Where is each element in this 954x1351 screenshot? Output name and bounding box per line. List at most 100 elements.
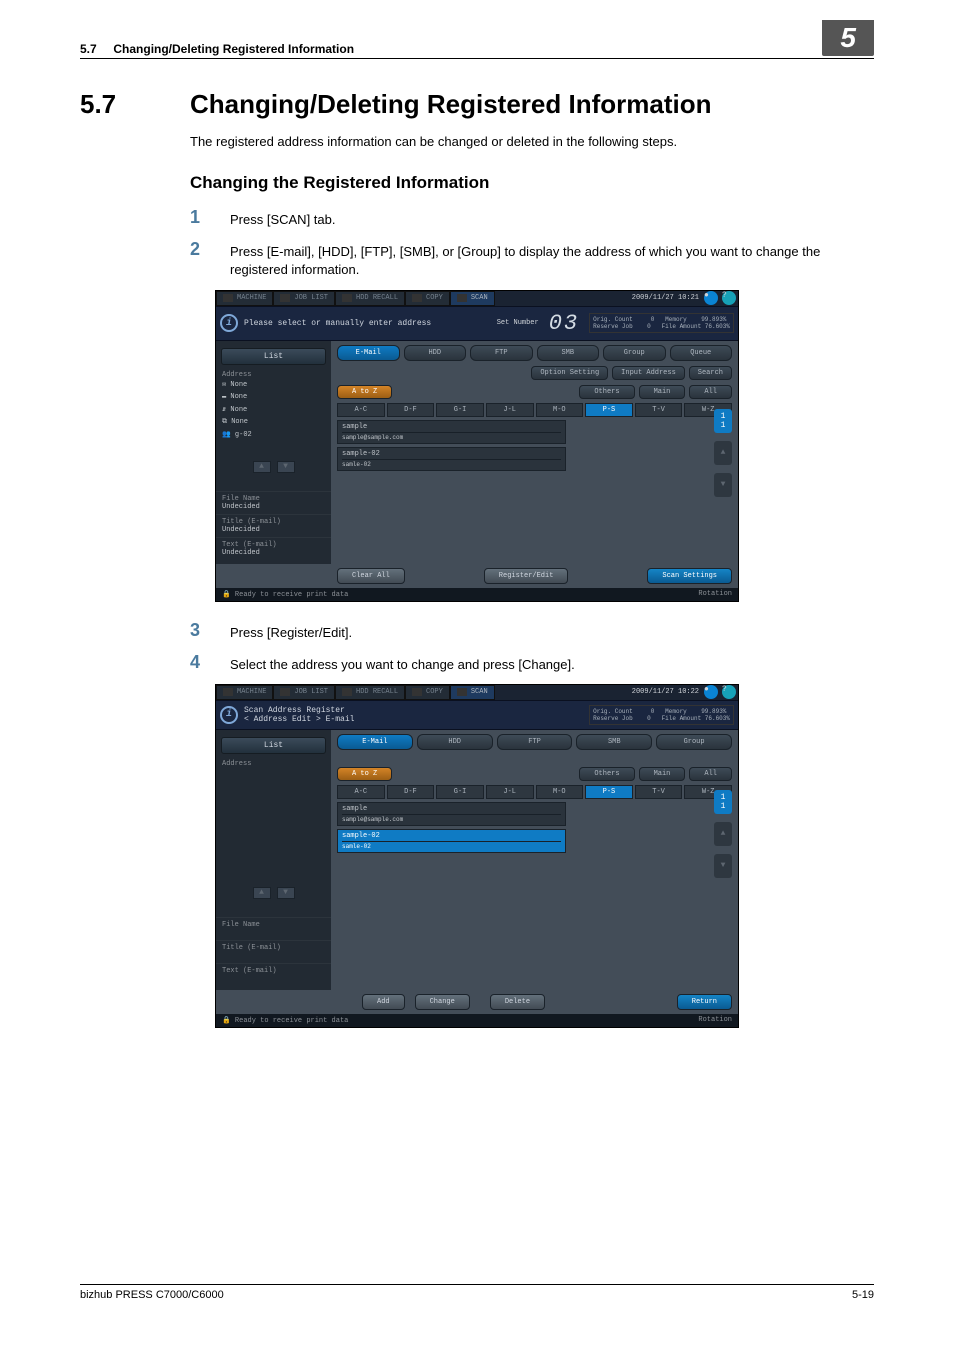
tab-group[interactable]: Group xyxy=(656,734,732,750)
address-item: 👥 g-02 xyxy=(216,430,331,443)
help-icon[interactable]: ? xyxy=(722,685,736,699)
scroll-up-icon[interactable]: ▲ xyxy=(714,441,732,465)
address-item: ✉ None xyxy=(216,380,331,393)
tab-smb[interactable]: SMB xyxy=(576,734,652,750)
list-icon xyxy=(280,294,290,302)
filter-others[interactable]: Others xyxy=(579,385,634,399)
alpha-ps[interactable]: P-S xyxy=(585,785,633,799)
label: MACHINE xyxy=(237,294,266,302)
list-button[interactable]: List xyxy=(221,348,326,365)
filter-row: A to Z Others Main All xyxy=(337,385,732,399)
alpha-jl[interactable]: J-L xyxy=(486,403,534,417)
datetime: 2009/11/27 10:22 xyxy=(629,685,702,700)
entry-name: sample-02 xyxy=(342,832,561,840)
status-icon[interactable]: ● xyxy=(704,685,718,699)
arrow-down[interactable]: ▼ xyxy=(277,887,295,899)
count-icon[interactable]: 11 xyxy=(714,409,732,433)
pad xyxy=(337,755,732,767)
filter-all[interactable]: All xyxy=(689,767,732,781)
filter-others[interactable]: Others xyxy=(579,767,634,781)
address-entry[interactable]: sample sample@sample.com xyxy=(337,420,566,444)
top-tab-joblist[interactable]: JOB LIST xyxy=(273,685,335,700)
address-entry-selected[interactable]: sample-02 samle-02 xyxy=(337,829,566,853)
file-name-field: File Name xyxy=(216,917,331,940)
label: COPY xyxy=(426,294,443,302)
alpha-gi[interactable]: G-I xyxy=(436,403,484,417)
left-panel: List Address ▲ ▼ File Name Title (E-mail… xyxy=(216,730,331,990)
line2: < Address Edit > E-mail xyxy=(244,715,354,724)
tab-hdd[interactable]: HDD xyxy=(417,734,493,750)
count-icon[interactable]: 11 xyxy=(714,790,732,814)
alpha-tv[interactable]: T-V xyxy=(635,785,683,799)
set-number-value: 03 xyxy=(549,311,579,336)
top-tab-joblist[interactable]: JOB LIST xyxy=(273,291,335,306)
alpha-gi[interactable]: G-I xyxy=(436,785,484,799)
add-button[interactable]: Add xyxy=(362,994,405,1010)
scan-icon xyxy=(457,688,467,696)
address-entry[interactable]: sample-02 samle-02 xyxy=(337,447,566,471)
text-field: Text (E-mail) Undecided xyxy=(216,537,331,560)
tab-email[interactable]: E-Mail xyxy=(337,734,413,750)
alpha-mo[interactable]: M-O xyxy=(536,785,584,799)
scan-settings-button[interactable]: Scan Settings xyxy=(647,568,732,584)
input-address-button[interactable]: Input Address xyxy=(612,366,685,380)
title-field: Title (E-mail) xyxy=(216,940,331,963)
tab-ftp[interactable]: FTP xyxy=(497,734,573,750)
orig-count-label: Orig. Count xyxy=(593,708,633,715)
top-tab-machine[interactable]: MACHINE xyxy=(216,291,273,306)
arrow-up[interactable]: ▲ xyxy=(253,461,271,473)
list-button[interactable]: List xyxy=(221,737,326,754)
change-button[interactable]: Change xyxy=(415,994,470,1010)
status-bar: 🔒 Ready to receive print data Rotation xyxy=(216,1014,738,1027)
top-tab-copy[interactable]: COPY xyxy=(405,685,450,700)
side-scroll: 11 ▲ ▼ xyxy=(714,409,732,497)
filter-main[interactable]: Main xyxy=(639,767,686,781)
scroll-up-icon[interactable]: ▲ xyxy=(714,822,732,846)
delete-button[interactable]: Delete xyxy=(490,994,545,1010)
top-tab-hdd[interactable]: HDD RECALL xyxy=(335,291,405,306)
alpha-ac[interactable]: A-C xyxy=(337,785,385,799)
filter-atoz[interactable]: A to Z xyxy=(337,767,392,781)
address-entry[interactable]: sample sample@sample.com xyxy=(337,802,566,826)
tab-smb[interactable]: SMB xyxy=(537,345,600,361)
filter-all[interactable]: All xyxy=(689,385,732,399)
pad xyxy=(216,769,331,869)
register-edit-button[interactable]: Register/Edit xyxy=(484,568,569,584)
alpha-ps[interactable]: P-S xyxy=(585,403,633,417)
clear-all-button[interactable]: Clear All xyxy=(337,568,405,584)
top-tab-machine[interactable]: MACHINE xyxy=(216,685,273,700)
entry-detail: samle-02 xyxy=(342,459,561,468)
tab-hdd[interactable]: HDD xyxy=(404,345,467,361)
scroll-down-icon[interactable]: ▼ xyxy=(714,473,732,497)
arrow-up[interactable]: ▲ xyxy=(253,887,271,899)
alpha-mo[interactable]: M-O xyxy=(536,403,584,417)
search-button[interactable]: Search xyxy=(689,366,732,380)
filter-atoz[interactable]: A to Z xyxy=(337,385,392,399)
arrow-down[interactable]: ▼ xyxy=(277,461,295,473)
scroll-down-icon[interactable]: ▼ xyxy=(714,854,732,878)
alpha-jl[interactable]: J-L xyxy=(486,785,534,799)
info-icon: i xyxy=(220,314,238,332)
tab-ftp[interactable]: FTP xyxy=(470,345,533,361)
alpha-tv[interactable]: T-V xyxy=(635,403,683,417)
top-tab-copy[interactable]: COPY xyxy=(405,291,450,306)
top-tab-hdd[interactable]: HDD RECALL xyxy=(335,685,405,700)
option-setting-button[interactable]: Option Setting xyxy=(531,366,608,380)
top-tab-scan[interactable]: SCAN xyxy=(450,685,495,700)
tab-group[interactable]: Group xyxy=(603,345,666,361)
status-icon[interactable]: ● xyxy=(704,291,718,305)
section-title: 5.7 Changing/Deleting Registered Informa… xyxy=(80,89,874,120)
text-field: Text (E-mail) xyxy=(216,963,331,986)
entry-detail: sample@sample.com xyxy=(342,432,561,441)
alpha-df[interactable]: D-F xyxy=(387,403,435,417)
v: None xyxy=(231,418,248,426)
help-icon[interactable]: ? xyxy=(722,291,736,305)
label: Title (E-mail) xyxy=(222,944,325,952)
alpha-df[interactable]: D-F xyxy=(387,785,435,799)
tab-queue[interactable]: Queue xyxy=(670,345,733,361)
top-tab-scan[interactable]: SCAN xyxy=(450,291,495,306)
filter-main[interactable]: Main xyxy=(639,385,686,399)
tab-email[interactable]: E-Mail xyxy=(337,345,400,361)
return-button[interactable]: Return xyxy=(677,994,732,1010)
alpha-ac[interactable]: A-C xyxy=(337,403,385,417)
